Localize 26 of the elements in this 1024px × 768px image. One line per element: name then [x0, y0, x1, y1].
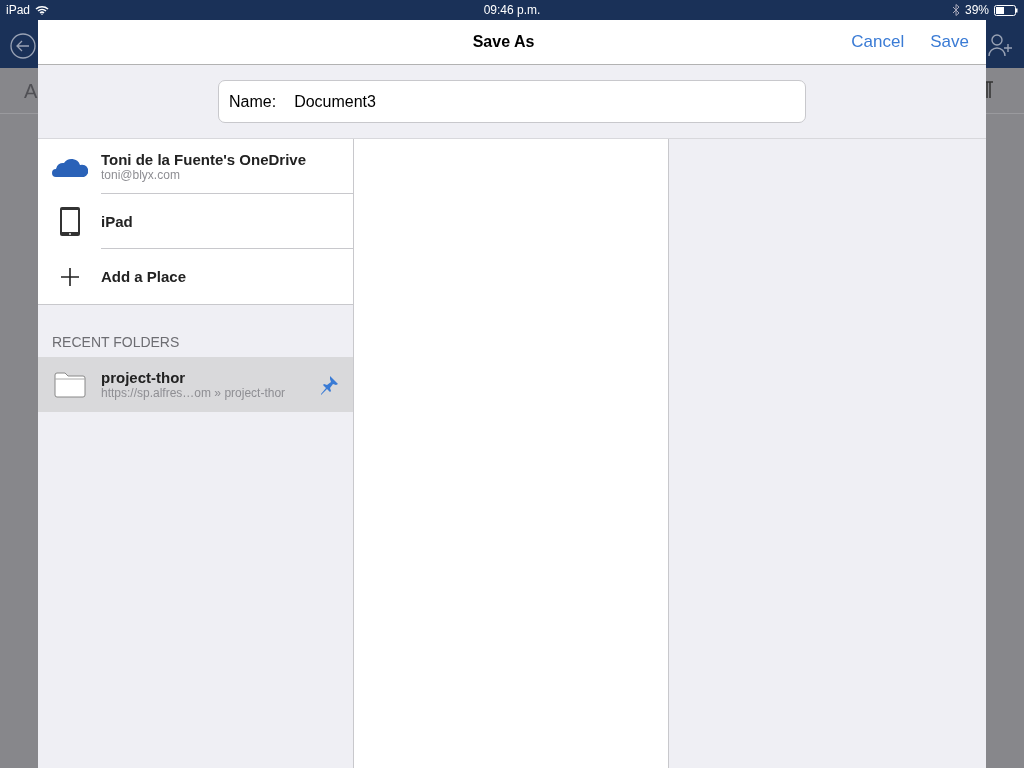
bluetooth-icon: [952, 4, 960, 16]
pin-icon[interactable]: [319, 374, 339, 395]
tablet-icon: [58, 206, 81, 237]
battery-percent: 39%: [964, 3, 989, 17]
place-account: toni@blyx.com: [101, 167, 180, 182]
place-title[interactable]: Add a Place: [101, 268, 187, 285]
place-title[interactable]: iPad: [101, 212, 133, 230]
folder-icon: [53, 371, 86, 398]
clock-time: 09:46 p.m.: [483, 3, 541, 17]
save-button[interactable]: Save: [930, 32, 969, 52]
recent-folder-row[interactable]: project-thor https://sp.alfres…om » project-thor: [38, 357, 353, 412]
folder-path: https://sp.alfres…om » project-thor: [101, 386, 286, 400]
device-name: iPad: [6, 3, 31, 17]
battery-icon: [994, 4, 1018, 16]
place-title[interactable]: Toni de la Fuente's OneDrive: [101, 150, 306, 168]
dialog-title: Save As: [472, 33, 535, 51]
name-field[interactable]: Name: Document3: [218, 80, 806, 123]
section-heading: RECENT FOLDERS: [51, 333, 181, 352]
wifi-icon: [35, 5, 50, 15]
add-person-icon[interactable]: [988, 33, 1014, 57]
folder-name: project-thor: [101, 369, 186, 386]
plus-icon: [60, 267, 79, 286]
field-label: Name:: [229, 92, 277, 111]
paragraph-icon[interactable]: [984, 81, 994, 99]
field-value: Document3: [294, 92, 376, 111]
cancel-button[interactable]: Cancel: [851, 32, 905, 52]
